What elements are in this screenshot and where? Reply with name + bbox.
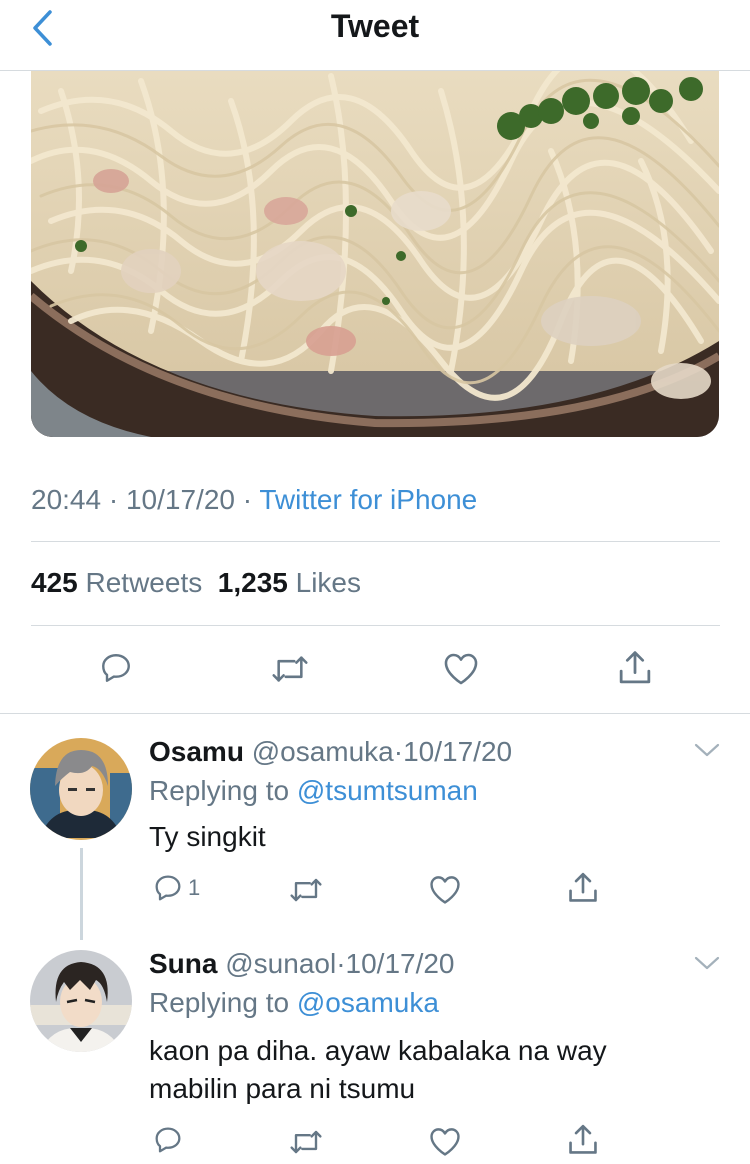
- page-title: Tweet: [330, 8, 420, 44]
- pasta-photo: [31, 71, 719, 437]
- tweet-media-image[interactable]: [31, 71, 719, 437]
- reply-icon: [155, 875, 181, 901]
- reply-count: 1: [188, 875, 201, 900]
- reply-header: Suna @sunaol·10/17/20: [149, 948, 455, 980]
- divider: [31, 625, 720, 626]
- separator: ·: [336, 948, 346, 979]
- reply-date: 10/17/20: [403, 736, 513, 767]
- chevron-down-icon: [694, 743, 720, 757]
- osamu-avatar-image: [30, 738, 132, 840]
- retweet-icon: [290, 878, 322, 902]
- reply-icon: [102, 654, 130, 682]
- author-handle[interactable]: @osamuka: [252, 736, 394, 767]
- like-icon: [430, 1128, 460, 1156]
- share-icon: [569, 1124, 597, 1154]
- reply-body: Ty singkit: [149, 821, 266, 852]
- retweet-icon: [290, 1130, 322, 1154]
- reply-body: kaon pa diha. ayaw kabalaka na way mabil…: [149, 1035, 607, 1104]
- share-button[interactable]: [566, 870, 600, 906]
- separator: ·: [393, 736, 404, 767]
- retweets-count: 425: [31, 567, 78, 598]
- like-icon: [430, 876, 460, 904]
- reply-button[interactable]: 1: [152, 872, 200, 904]
- reply-button[interactable]: [98, 650, 134, 686]
- author-name[interactable]: Osamu: [149, 736, 244, 767]
- retweets-stat[interactable]: 425 Retweets: [31, 567, 202, 598]
- like-button[interactable]: [442, 650, 480, 686]
- author-handle[interactable]: @sunaol: [225, 948, 336, 979]
- like-button[interactable]: [428, 873, 462, 905]
- tweet-date: 10/17/20: [125, 484, 235, 515]
- tweet-meta: 20:44 · 10/17/20 · Twitter for iPhone: [31, 484, 477, 516]
- like-icon: [444, 653, 478, 685]
- replying-label: Replying to: [149, 987, 290, 1018]
- reply-header: Osamu @osamuka·10/17/20: [149, 736, 512, 768]
- share-icon: [569, 872, 597, 902]
- suna-avatar-image: [30, 950, 132, 1052]
- retweets-label: Retweets: [85, 567, 203, 598]
- separator: ·: [108, 484, 119, 515]
- mention-link[interactable]: @osamuka: [297, 987, 439, 1018]
- retweet-button[interactable]: [288, 1127, 324, 1157]
- thread-connector-line: [80, 848, 83, 940]
- navigation-bar: Tweet: [0, 0, 750, 71]
- replying-label: Replying to: [149, 775, 290, 806]
- tweet-options-button[interactable]: [694, 741, 720, 764]
- share-button[interactable]: [566, 1122, 600, 1158]
- reply-icon: [155, 1127, 181, 1153]
- divider: [0, 713, 750, 714]
- share-icon: [619, 651, 651, 684]
- likes-label: Likes: [295, 567, 362, 598]
- separator: ·: [242, 484, 253, 515]
- retweet-button[interactable]: [288, 875, 324, 905]
- likes-count: 1,235: [217, 567, 288, 598]
- tweet-time: 20:44: [31, 484, 102, 515]
- author-name[interactable]: Suna: [149, 948, 217, 979]
- like-button[interactable]: [428, 1125, 462, 1157]
- retweet-button[interactable]: [270, 652, 310, 686]
- tweet-stats: 425 Retweets 1,235 Likes: [31, 567, 361, 599]
- replying-to-line: Replying to @tsumtsuman: [149, 775, 478, 807]
- replying-to-line: Replying to @osamuka: [149, 987, 439, 1019]
- retweet-icon: [272, 656, 308, 682]
- mention-link[interactable]: @tsumtsuman: [297, 775, 478, 806]
- avatar[interactable]: [30, 950, 132, 1052]
- divider: [31, 541, 720, 542]
- reply-date: 10/17/20: [345, 948, 455, 979]
- share-button[interactable]: [616, 648, 654, 688]
- tweet-source-link[interactable]: Twitter for iPhone: [259, 484, 477, 515]
- likes-stat[interactable]: 1,235 Likes: [218, 567, 361, 598]
- tweet-options-button[interactable]: [694, 954, 720, 977]
- chevron-down-icon: [694, 956, 720, 970]
- avatar[interactable]: [30, 738, 132, 840]
- reply-button[interactable]: [152, 1124, 184, 1156]
